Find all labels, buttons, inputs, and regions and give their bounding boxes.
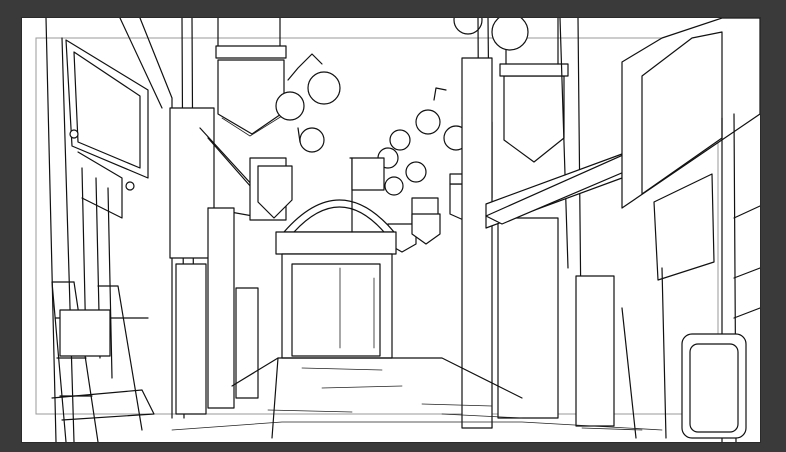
- drawing-canvas[interactable]: [22, 18, 760, 442]
- canvas-workspace: [0, 0, 786, 452]
- arch-gate: [275, 157, 397, 359]
- line-art-sketch: [35, 18, 760, 442]
- left-building: [45, 18, 155, 442]
